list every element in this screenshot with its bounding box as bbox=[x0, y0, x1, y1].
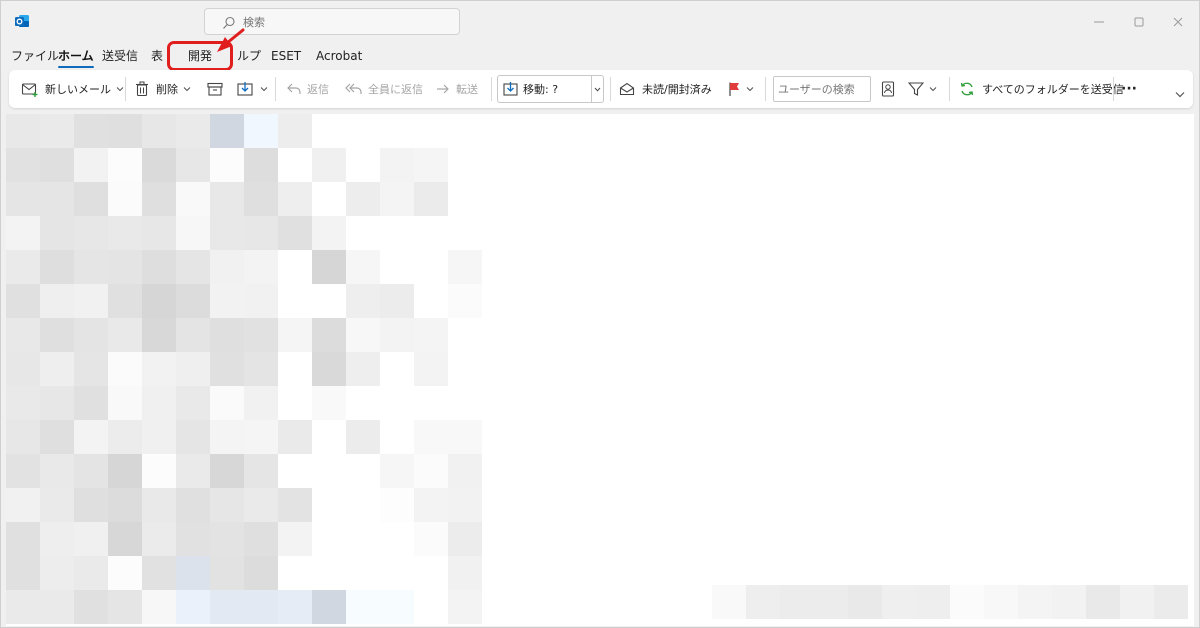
maximize-icon bbox=[1134, 17, 1144, 27]
close-button[interactable] bbox=[1163, 9, 1193, 35]
tab-file[interactable]: ファイル bbox=[11, 47, 59, 65]
chevron-down-icon bbox=[183, 87, 191, 92]
user-search-input[interactable] bbox=[778, 78, 872, 100]
move-dropdown-button[interactable] bbox=[591, 76, 603, 102]
open-envelope-icon bbox=[619, 82, 635, 96]
reply-button[interactable]: 返信 bbox=[286, 77, 329, 101]
trash-icon bbox=[136, 81, 148, 97]
tab-eset[interactable]: ESET bbox=[271, 47, 301, 65]
annotation-arrow-icon bbox=[217, 28, 245, 52]
unread-read-label: 未読/開封済み bbox=[642, 83, 712, 96]
tab-home[interactable]: ホーム bbox=[58, 47, 94, 68]
chevron-down-icon bbox=[929, 87, 937, 92]
reply-all-label: 全員に返信 bbox=[368, 83, 423, 96]
delete-label: 削除 bbox=[156, 83, 178, 96]
tab-acrobat[interactable]: Acrobat bbox=[316, 47, 362, 65]
close-icon bbox=[1173, 17, 1183, 27]
unread-read-button[interactable]: 未読/開封済み bbox=[619, 77, 712, 101]
tab-send-receive[interactable]: 送受信 bbox=[102, 47, 138, 65]
reply-all-icon bbox=[345, 83, 362, 94]
archive-button[interactable] bbox=[207, 77, 223, 101]
address-book-button[interactable] bbox=[881, 77, 895, 101]
outlook-app-icon bbox=[14, 13, 30, 29]
follow-up-flag-button[interactable] bbox=[727, 77, 754, 101]
delete-button[interactable]: 削除 bbox=[135, 77, 191, 101]
chevron-down-icon bbox=[1175, 91, 1185, 97]
home-ribbon: 新しいメール 削除 返信 全員に返信 転送 移動: ? 未読/開封済み ユーザー… bbox=[9, 70, 1193, 108]
ribbon-expand-button[interactable] bbox=[1175, 82, 1185, 106]
minimize-button[interactable] bbox=[1084, 9, 1114, 35]
new-mail-button[interactable]: 新しいメール bbox=[21, 77, 124, 101]
reply-all-button[interactable]: 全員に返信 bbox=[345, 77, 423, 101]
move-folder-icon bbox=[503, 82, 518, 96]
move-label: 移動: ? bbox=[523, 83, 559, 96]
chevron-down-icon bbox=[594, 87, 601, 92]
sync-icon bbox=[960, 82, 974, 96]
archive-icon bbox=[207, 82, 223, 96]
forward-icon bbox=[437, 84, 449, 94]
reply-label: 返信 bbox=[307, 83, 329, 96]
pixelated-mosaic bbox=[6, 114, 482, 624]
send-receive-all-button[interactable]: すべてのフォルダーを送受信 bbox=[959, 77, 1124, 101]
quick-move-combo[interactable]: 移動: ? bbox=[497, 75, 604, 103]
search-input[interactable] bbox=[243, 13, 443, 31]
new-mail-icon bbox=[21, 83, 38, 97]
maximize-button[interactable] bbox=[1124, 9, 1154, 35]
outlook-window: ファイル ホーム 送受信 表 開発 ルプ ESET Acrobat 新しいメール… bbox=[0, 0, 1200, 628]
more-options-button[interactable]: ··· bbox=[1121, 77, 1137, 101]
chevron-down-icon bbox=[260, 87, 268, 92]
chevron-down-icon bbox=[116, 87, 124, 92]
move-to-button[interactable] bbox=[237, 77, 268, 101]
forward-label: 転送 bbox=[456, 83, 478, 96]
title-bar bbox=[1, 1, 1199, 43]
new-mail-label: 新しいメール bbox=[45, 83, 111, 96]
pixelated-status-strip bbox=[712, 585, 1188, 619]
reply-icon bbox=[287, 83, 301, 94]
send-receive-all-label: すべてのフォルダーを送受信 bbox=[982, 83, 1124, 96]
tab-view[interactable]: 表 bbox=[151, 47, 163, 65]
chevron-down-icon bbox=[746, 87, 754, 92]
forward-button[interactable]: 転送 bbox=[435, 77, 478, 101]
move-to-folder-icon bbox=[237, 82, 253, 96]
filter-email-button[interactable] bbox=[908, 77, 937, 101]
flag-icon bbox=[729, 82, 739, 96]
address-book-icon bbox=[881, 81, 895, 97]
minimize-icon bbox=[1094, 21, 1104, 23]
user-search-box[interactable] bbox=[773, 76, 872, 102]
filter-icon bbox=[908, 82, 924, 96]
mail-list-pixelated-area bbox=[6, 114, 1194, 626]
